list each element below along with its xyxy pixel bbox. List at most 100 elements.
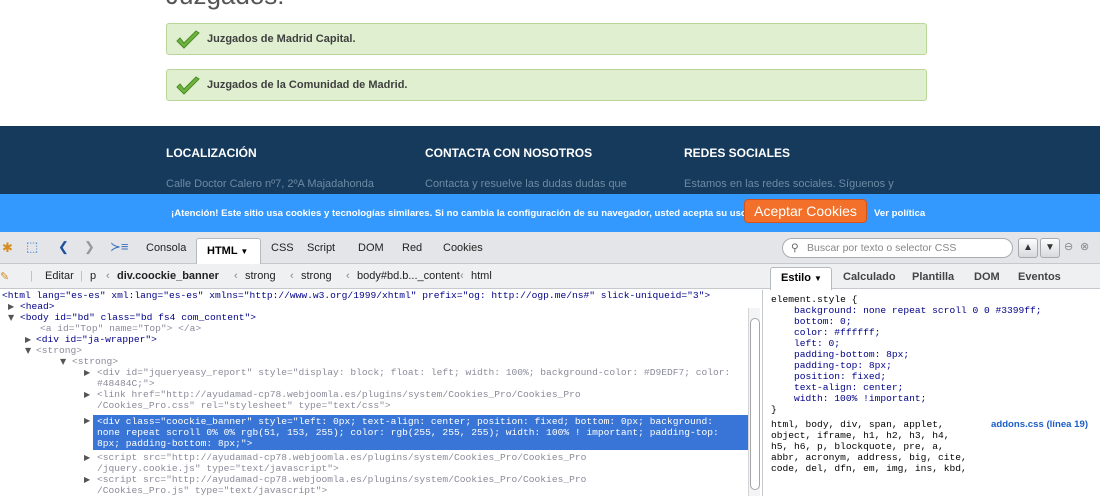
inspect-icon[interactable]: ⬚ <box>26 239 38 255</box>
cookie-message: ¡Atención! Este sitio usa cookies y tecn… <box>171 208 747 219</box>
style-rule-selector[interactable]: code, del, dfn, em, img, ins, kbd, <box>771 463 967 474</box>
tab-events[interactable]: Eventos <box>1018 271 1061 283</box>
selected-node[interactable]: <div class="coockie_banner" style="left:… <box>93 415 749 450</box>
tab-html[interactable]: HTML ▼ <box>196 238 261 264</box>
tab-css[interactable]: CSS <box>271 232 294 264</box>
html-tree-panel: <html lang="es-es" xml:lang="es-es" xmln… <box>0 290 762 496</box>
breadcrumb-item[interactable]: body#bd.b..._content <box>357 270 460 282</box>
check-icon <box>176 30 200 49</box>
breadcrumb-item-selected[interactable]: div.coockie_banner <box>117 270 219 282</box>
collapsed-arrow-icon[interactable]: ▶ <box>84 452 90 463</box>
scrollbar-thumb[interactable] <box>750 318 760 490</box>
check-icon <box>176 76 200 95</box>
cookie-policy-link[interactable]: Ver política <box>874 208 925 219</box>
search-input[interactable]: ⚲ Buscar por texto o selector CSS <box>782 238 1013 258</box>
breadcrumb-item[interactable]: p <box>90 270 96 282</box>
style-property[interactable]: background: none repeat scroll 0 0 #3399… <box>794 305 1042 316</box>
tab-net[interactable]: Red <box>402 232 422 264</box>
collapsed-arrow-icon[interactable]: ▶ <box>84 474 90 485</box>
chevron-down-icon: ▼ <box>814 274 822 283</box>
back-icon[interactable]: ❮ <box>58 239 69 255</box>
collapsed-arrow-icon[interactable]: ▶ <box>8 301 14 312</box>
code-line[interactable]: <html lang="es-es" xml:lang="es-es" xmln… <box>2 290 710 301</box>
breadcrumb-separator: ‹ <box>234 270 238 282</box>
footer-text: Contacta y resuelve las dudas dudas que <box>425 178 627 190</box>
style-rule-selector[interactable]: abbr, acronym, address, big, cite, <box>771 452 967 463</box>
page: Juzgados: Juzgados de Madrid Capital. Ju… <box>0 0 1100 496</box>
breadcrumb: ✎ | Editar | p ‹ div.coockie_banner ‹ st… <box>0 264 762 289</box>
tab-computed[interactable]: Calculado <box>843 271 896 283</box>
style-source-link[interactable]: addons.css (línea 19) <box>991 419 1088 430</box>
close-icon[interactable]: ⊗ <box>1080 240 1089 253</box>
collapsed-arrow-icon[interactable]: ▶ <box>84 367 90 378</box>
style-property[interactable]: bottom: 0; <box>794 316 852 327</box>
style-property[interactable]: color: #ffffff; <box>794 327 880 338</box>
tab-script[interactable]: Script <box>307 232 335 264</box>
style-property[interactable]: text-align: center; <box>794 382 903 393</box>
collapsed-arrow-icon[interactable]: ▶ <box>84 389 90 400</box>
tab-dom[interactable]: DOM <box>358 232 384 264</box>
breadcrumb-item[interactable]: strong <box>245 270 276 282</box>
footer-text: Estamos en las redes sociales. Síguenos … <box>684 178 894 190</box>
code-line[interactable]: /Cookies_Pro.js" type="text/javascript"> <box>97 485 327 496</box>
style-rule-selector[interactable]: element.style { <box>771 294 857 305</box>
edit-button[interactable]: Editar <box>45 270 74 282</box>
code-line[interactable]: /jquery.cookie.js" type="text/javascript… <box>97 463 339 474</box>
code-line[interactable]: <head> <box>20 301 55 312</box>
search-next-button[interactable]: ▼ <box>1040 238 1060 258</box>
chevron-down-icon: ▼ <box>240 247 249 256</box>
style-property[interactable]: position: fixed; <box>794 371 886 382</box>
breadcrumb-separator: ‹ <box>460 270 464 282</box>
style-rule-selector[interactable]: h5, h6, p, blockquote, pre, a, <box>771 441 944 452</box>
tab-style[interactable]: Estilo ▼ <box>770 267 832 290</box>
code-line[interactable]: <div id="jqueryeasy_report" style="displ… <box>97 367 730 378</box>
expanded-arrow-icon[interactable]: ▼ <box>8 312 14 323</box>
notice-madrid-capital[interactable]: Juzgados de Madrid Capital. <box>166 23 927 55</box>
code-line[interactable]: <script src="http://ayudamad-cp78.webjoo… <box>97 452 586 463</box>
notice-label: Juzgados de Madrid Capital. <box>207 33 356 45</box>
footer-title: LOCALIZACIÓN <box>166 146 257 160</box>
code-line[interactable]: <link href="http://ayudamad-cp78.webjoom… <box>97 389 581 400</box>
code-line[interactable]: <strong> <box>36 345 82 356</box>
cookie-banner: ¡Atención! Este sitio usa cookies y tecn… <box>0 194 1100 232</box>
edit-icon[interactable]: ✎ <box>0 270 9 283</box>
vertical-scrollbar[interactable] <box>748 308 760 496</box>
style-rule-selector[interactable]: html, body, div, span, applet, <box>771 419 944 430</box>
code-line: none repeat scroll 0% 0% rgb(51, 153, 25… <box>97 427 719 438</box>
style-property[interactable]: padding-bottom: 8px; <box>794 349 909 360</box>
forward-icon[interactable]: ❯ <box>84 239 95 255</box>
notice-comunidad-madrid[interactable]: Juzgados de la Comunidad de Madrid. <box>166 69 927 101</box>
tab-cookies[interactable]: Cookies <box>443 232 483 264</box>
footer-col-location: LOCALIZACIÓN Calle Doctor Calero nº7, 2º… <box>166 146 374 190</box>
style-property[interactable]: padding-top: 8px; <box>794 360 892 371</box>
code-line[interactable]: <div id="ja-wrapper"> <box>36 334 157 345</box>
search-prev-button[interactable]: ▲ <box>1018 238 1038 258</box>
accept-cookies-button[interactable]: Aceptar Cookies <box>744 199 867 223</box>
firebug-icon[interactable]: ✱ <box>2 240 13 256</box>
style-panel: element.style { background: none repeat … <box>762 290 1100 496</box>
notice-label: Juzgados de la Comunidad de Madrid. <box>207 79 408 91</box>
code-line[interactable]: /Cookies_Pro.css" rel="stylesheet" type=… <box>97 400 391 411</box>
expanded-arrow-icon[interactable]: ▼ <box>25 345 31 356</box>
code-line[interactable]: <strong> <box>72 356 118 367</box>
style-property[interactable]: left: 0; <box>794 338 840 349</box>
code-line[interactable]: #48484C;"> <box>97 378 155 389</box>
style-rule-selector[interactable]: object, iframe, h1, h2, h3, h4, <box>771 430 949 441</box>
minimize-icon[interactable]: ⊖ <box>1064 240 1073 253</box>
collapsed-arrow-icon[interactable]: ▶ <box>25 334 31 345</box>
search-icon: ⚲ <box>791 242 799 254</box>
tab-console[interactable]: Consola <box>146 232 186 264</box>
tab-layout[interactable]: Plantilla <box>912 271 954 283</box>
divider: | <box>30 270 33 282</box>
expanded-arrow-icon[interactable]: ▼ <box>60 356 66 367</box>
code-line[interactable]: <script src="http://ayudamad-cp78.webjoo… <box>97 474 586 485</box>
breadcrumb-item[interactable]: strong <box>301 270 332 282</box>
code-line[interactable]: <body id="bd" class="bd fs4 com_content"… <box>20 312 256 323</box>
code-line: 8px; padding-bottom: 8px;"> <box>97 438 253 449</box>
style-property[interactable]: width: 100% !important; <box>794 393 926 404</box>
code-line[interactable]: <a id="Top" name="Top"> </a> <box>40 323 201 334</box>
tab-side-dom[interactable]: DOM <box>974 271 1000 283</box>
breadcrumb-item[interactable]: html <box>471 270 492 282</box>
collapsed-arrow-icon[interactable]: ▶ <box>84 415 90 426</box>
command-line-icon[interactable]: ≻≡ <box>110 239 128 255</box>
